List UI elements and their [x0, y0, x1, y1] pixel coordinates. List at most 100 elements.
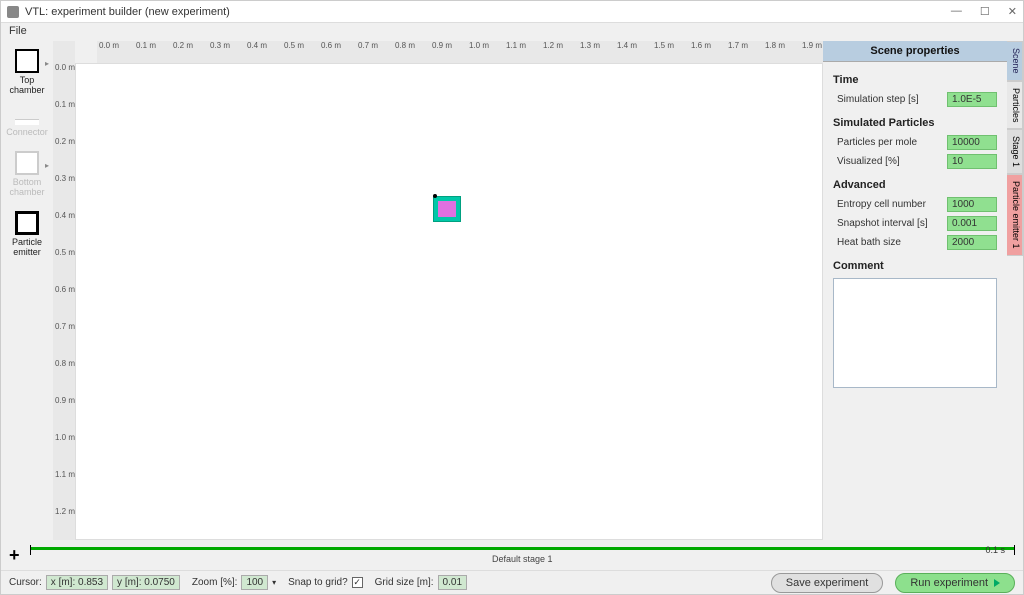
run-label: Run experiment	[910, 577, 988, 589]
maximize-icon[interactable]: ☐	[980, 5, 990, 18]
ruler-h-tick: 0.7 m	[358, 41, 378, 50]
timeline-track[interactable]: 0.1 s Default stage 1	[30, 545, 1015, 565]
input-entropy[interactable]: 1000	[947, 197, 997, 212]
zoom-input[interactable]: 100	[241, 575, 268, 590]
canvas-area: 0.0 m0.1 m0.2 m0.3 m0.4 m0.5 m0.6 m0.7 m…	[53, 41, 823, 540]
cursor-x-value: x [m]: 0.853	[46, 575, 108, 590]
play-icon	[994, 579, 1000, 587]
expand-icon: ▸	[45, 161, 49, 170]
palette-top-chamber[interactable]: ▸ Topchamber	[3, 45, 51, 95]
snap-checkbox[interactable]: ✓	[352, 577, 363, 588]
ruler-h-tick: 0.0 m	[99, 41, 119, 50]
tab-stage-1[interactable]: Stage 1	[1007, 129, 1023, 174]
ruler-v-tick: 0.3 m	[55, 174, 75, 183]
palette-particle-emitter[interactable]: Particleemitter	[3, 207, 51, 257]
ruler-h-tick: 0.1 m	[136, 41, 156, 50]
ruler-h-tick: 1.0 m	[469, 41, 489, 50]
ruler-v-tick: 1.1 m	[55, 470, 75, 479]
input-sim-step[interactable]: 1.0E-5	[947, 92, 997, 107]
app-window: VTL: experiment builder (new experiment)…	[0, 0, 1024, 595]
emitter-inner-icon	[438, 201, 456, 217]
ruler-h-tick: 0.3 m	[210, 41, 230, 50]
grid-size-label: Grid size [m]:	[375, 577, 434, 588]
ruler-h-tick: 1.6 m	[691, 41, 711, 50]
ruler-v-tick: 0.7 m	[55, 322, 75, 331]
palette-connector: Connector	[3, 105, 51, 137]
app-logo-icon	[7, 6, 19, 18]
timeline-stage-label: Default stage 1	[30, 554, 1015, 564]
section-time: Time	[833, 74, 997, 86]
expand-icon[interactable]: ▸	[45, 59, 49, 68]
input-heatbath[interactable]: 2000	[947, 235, 997, 250]
canvas-wrap: 0.0 m0.1 m0.2 m0.3 m0.4 m0.5 m0.6 m0.7 m…	[53, 63, 823, 540]
label-ppm: Particles per mole	[833, 137, 947, 148]
run-experiment-button[interactable]: Run experiment	[895, 573, 1015, 593]
cursor-y-value: y [m]: 0.0750	[112, 575, 180, 590]
timeline-end-label: 0.1 s	[985, 545, 1005, 555]
properties-header: Scene properties	[823, 41, 1007, 62]
ruler-v-tick: 0.6 m	[55, 285, 75, 294]
tab-particle-emitter-1[interactable]: Particle emitter 1	[1007, 174, 1023, 256]
minimize-icon[interactable]: —	[951, 5, 962, 18]
label-snapshot: Snapshot interval [s]	[833, 218, 947, 229]
window-controls: — ☐ ✕	[951, 5, 1017, 18]
cursor-label: Cursor:	[9, 577, 42, 588]
close-icon[interactable]: ✕	[1008, 5, 1017, 18]
timeline: + 0.1 s Default stage 1	[1, 540, 1023, 570]
palette-bottom-chamber: ▸ Bottomchamber	[3, 147, 51, 197]
ruler-v-tick: 0.8 m	[55, 359, 75, 368]
palette-label: Topchamber	[3, 75, 51, 95]
tool-palette: ▸ Topchamber Connector ▸ Bottomchamber P…	[1, 41, 53, 540]
object-handle-dot[interactable]	[433, 194, 437, 198]
ruler-h-tick: 0.6 m	[321, 41, 341, 50]
input-ppm[interactable]: 10000	[947, 135, 997, 150]
palette-label: Particleemitter	[3, 237, 51, 257]
ruler-corner	[53, 41, 75, 63]
tab-scene[interactable]: Scene	[1007, 41, 1023, 81]
tab-particles[interactable]: Particles	[1007, 81, 1023, 130]
main-area: ▸ Topchamber Connector ▸ Bottomchamber P…	[1, 41, 1023, 540]
ruler-v-tick: 0.9 m	[55, 396, 75, 405]
section-advanced: Advanced	[833, 179, 997, 191]
side-panel: Scene properties Time Simulation step [s…	[823, 41, 1023, 540]
ruler-v-tick: 1.0 m	[55, 433, 75, 442]
ruler-h-tick: 1.8 m	[765, 41, 785, 50]
ruler-h-tick: 0.2 m	[173, 41, 193, 50]
ruler-h-tick: 1.7 m	[728, 41, 748, 50]
bottom-chamber-icon	[15, 151, 39, 175]
label-entropy: Entropy cell number	[833, 199, 947, 210]
ruler-horizontal: 0.0 m0.1 m0.2 m0.3 m0.4 m0.5 m0.6 m0.7 m…	[97, 41, 823, 63]
save-experiment-button[interactable]: Save experiment	[771, 573, 884, 593]
statusbar: Cursor: x [m]: 0.853 y [m]: 0.0750 Zoom …	[1, 570, 1023, 594]
ruler-v-tick: 1.2 m	[55, 507, 75, 516]
timeline-marker-start[interactable]	[30, 545, 31, 555]
properties-panel: Scene properties Time Simulation step [s…	[823, 41, 1007, 540]
palette-label: Bottomchamber	[3, 177, 51, 197]
label-heatbath: Heat bath size	[833, 237, 947, 248]
ruler-v-tick: 0.4 m	[55, 211, 75, 220]
menu-file[interactable]: File	[9, 25, 27, 37]
ruler-vertical: 0.0 m0.1 m0.2 m0.3 m0.4 m0.5 m0.6 m0.7 m…	[53, 63, 75, 540]
grid-size-input[interactable]: 0.01	[438, 575, 467, 590]
label-visualized: Visualized [%]	[833, 156, 947, 167]
input-snapshot[interactable]: 0.001	[947, 216, 997, 231]
titlebar: VTL: experiment builder (new experiment)…	[1, 1, 1023, 23]
add-stage-button[interactable]: +	[9, 545, 20, 566]
section-comment: Comment	[833, 260, 997, 272]
ruler-v-tick: 0.1 m	[55, 100, 75, 109]
zoom-dropdown-icon[interactable]: ▾	[272, 578, 276, 587]
input-visualized[interactable]: 10	[947, 154, 997, 169]
section-particles: Simulated Particles	[833, 117, 997, 129]
timeline-marker-end[interactable]	[1014, 545, 1015, 555]
zoom-label: Zoom [%]:	[192, 577, 238, 588]
timeline-bar[interactable]	[30, 547, 1015, 550]
comment-textarea[interactable]	[833, 278, 997, 388]
palette-label: Connector	[3, 127, 51, 137]
ruler-v-tick: 0.0 m	[55, 63, 75, 72]
scene-object-emitter[interactable]	[433, 196, 461, 222]
ruler-h-tick: 0.8 m	[395, 41, 415, 50]
menubar: File	[1, 23, 1023, 41]
particle-emitter-icon	[15, 211, 39, 235]
ruler-h-tick: 1.4 m	[617, 41, 637, 50]
canvas[interactable]	[75, 63, 823, 540]
